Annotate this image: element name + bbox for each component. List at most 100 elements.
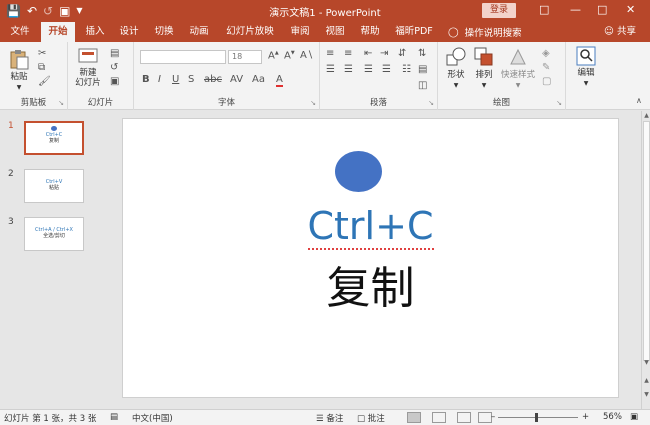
fit-slide-icon[interactable]: ▣ — [630, 412, 638, 422]
drawing-group-label: 绘图 — [492, 98, 510, 108]
align-center-icon[interactable]: ☰ — [344, 64, 353, 75]
oval-shape[interactable] — [335, 151, 382, 192]
cut-icon[interactable]: ✂ — [38, 48, 46, 59]
font-color-icon[interactable]: A — [276, 74, 283, 87]
collapse-ribbon-icon[interactable]: ∧ — [636, 96, 642, 105]
paste-button[interactable]: 粘贴 ▼ — [6, 48, 32, 93]
format-painter-icon[interactable]: 🖌 — [38, 76, 51, 87]
bold-icon[interactable]: B — [142, 74, 150, 85]
clipboard-group-label: 剪贴板 — [20, 98, 47, 108]
powerpoint-window: 💾 ↶ ↺ ▣ ▼ 演示文稿1 - PowerPoint 登录 □ — □ ✕ … — [0, 0, 650, 425]
paragraph-launcher-icon[interactable]: ↘ — [428, 99, 434, 107]
slide-title-text[interactable]: Ctrl+C — [123, 203, 618, 250]
decrease-font-icon[interactable]: A▼ — [284, 50, 295, 61]
section-icon[interactable]: ▣ — [110, 76, 119, 87]
spellcheck-icon[interactable]: ▤ — [110, 412, 118, 422]
increase-font-icon[interactable]: A▲ — [268, 50, 279, 61]
scroll-up-icon[interactable]: ▲ — [642, 112, 650, 119]
tab-review[interactable]: 审阅 — [287, 22, 313, 42]
align-text-icon[interactable]: ▤ — [418, 64, 427, 75]
arrange-button[interactable]: 排列 ▼ — [470, 46, 498, 91]
line-spacing-icon[interactable]: ⇵ — [398, 48, 406, 59]
underline-icon[interactable]: U — [172, 74, 179, 85]
tab-animations[interactable]: 动画 — [186, 22, 212, 42]
reset-icon[interactable]: ↺ — [110, 62, 118, 73]
slide-sorter-view-button[interactable] — [432, 412, 446, 423]
clear-format-icon[interactable]: A∖ — [300, 50, 313, 61]
zoom-in-icon[interactable]: + — [582, 412, 589, 422]
ribbon-display-options-icon[interactable]: □ — [539, 3, 549, 16]
shape-outline-icon[interactable]: ✎ — [542, 62, 550, 73]
normal-view-button[interactable] — [407, 412, 421, 423]
copy-icon[interactable]: ⧉ — [38, 62, 45, 73]
tab-view[interactable]: 视图 — [322, 22, 348, 42]
bullets-icon[interactable]: ≡ — [326, 48, 334, 59]
slide-thumbnail-3[interactable]: Ctrl+A / Ctrl+X 全选/剪切 — [24, 217, 84, 251]
zoom-level[interactable]: 56% — [603, 412, 622, 422]
text-direction-icon[interactable]: ⇅ — [418, 48, 426, 59]
tab-transitions[interactable]: 切换 — [151, 22, 177, 42]
vertical-scrollbar[interactable]: ▲ ▼ ▲ ▼ — [641, 111, 650, 409]
font-launcher-icon[interactable]: ↘ — [310, 99, 316, 107]
login-button[interactable]: 登录 — [482, 3, 516, 18]
next-slide-icon[interactable]: ▼ — [642, 391, 650, 398]
layout-icon[interactable]: ▤ — [110, 48, 119, 59]
columns-icon[interactable]: ☷ — [402, 64, 411, 75]
smartart-icon[interactable]: ◫ — [418, 80, 427, 91]
slide-thumbnail-1[interactable]: Ctrl+C 复制 — [24, 121, 84, 155]
zoom-slider[interactable] — [498, 417, 578, 418]
strikethrough-icon[interactable]: abc — [204, 74, 222, 85]
scrollbar-thumb[interactable] — [643, 121, 650, 361]
quick-styles-button[interactable]: 快速样式 ▼ — [498, 46, 538, 91]
zoom-out-icon[interactable]: – — [491, 412, 495, 422]
italic-icon[interactable]: I — [158, 74, 161, 85]
tab-help[interactable]: 帮助 — [357, 22, 383, 42]
shadow-icon[interactable]: S — [188, 74, 194, 85]
scroll-down-icon[interactable]: ▼ — [642, 359, 650, 366]
current-slide[interactable]: Ctrl+C 复制 — [122, 118, 619, 398]
editing-button[interactable]: 编辑 ▼ — [570, 46, 602, 89]
font-size-field[interactable]: 18 — [228, 50, 262, 64]
clipboard-launcher-icon[interactable]: ↘ — [58, 99, 64, 107]
minimize-icon[interactable]: — — [570, 3, 581, 16]
slideshow-view-button[interactable] — [478, 412, 492, 423]
increase-indent-icon[interactable]: ⇥ — [380, 48, 388, 59]
reading-view-button[interactable] — [457, 412, 471, 423]
language-status[interactable]: 中文(中国) — [132, 412, 173, 424]
share-button[interactable]: ☺ 共享 — [604, 22, 636, 42]
tab-foxit-pdf[interactable]: 福昕PDF — [392, 22, 436, 42]
clipboard-group: 粘贴 ▼ ✂ ⧉ 🖌 剪贴板 ↘ — [0, 42, 68, 110]
shapes-button[interactable]: 形状 ▼ — [442, 46, 470, 91]
comments-label: 批注 — [367, 414, 385, 424]
lightbulb-icon: ◯ — [448, 26, 459, 38]
change-case-icon[interactable]: Aa — [252, 74, 265, 85]
tab-home[interactable]: 开始 — [41, 22, 75, 42]
drawing-launcher-icon[interactable]: ↘ — [556, 99, 562, 107]
zoom-slider-knob[interactable] — [535, 413, 538, 422]
drawing-group: 形状 ▼ 排列 ▼ 快速样式 ▼ ◈ ✎ ▢ 绘图 ↘ — [438, 42, 566, 110]
tab-design[interactable]: 设计 — [116, 22, 142, 42]
numbering-icon[interactable]: ≡ — [344, 48, 352, 59]
tab-file[interactable]: 文件 — [6, 22, 34, 42]
tab-slideshow[interactable]: 幻灯片放映 — [222, 22, 278, 42]
comments-button[interactable]: □ 批注 — [357, 412, 385, 424]
previous-slide-icon[interactable]: ▲ — [642, 377, 650, 384]
decrease-indent-icon[interactable]: ⇤ — [364, 48, 372, 59]
font-name-field[interactable] — [140, 50, 226, 64]
justify-icon[interactable]: ☰ — [382, 64, 391, 75]
tab-insert[interactable]: 插入 — [82, 22, 108, 42]
char-spacing-icon[interactable]: AV — [230, 74, 243, 85]
tell-me-search[interactable]: ◯ 操作说明搜索 — [448, 22, 522, 42]
slide-thumbnail-2[interactable]: Ctrl+V 粘贴 — [24, 169, 84, 203]
ribbon-tabs: 文件 开始 插入 设计 切换 动画 幻灯片放映 审阅 视图 帮助 福昕PDF ◯… — [0, 22, 650, 42]
maximize-icon[interactable]: □ — [597, 3, 607, 16]
slide-subtitle-text[interactable]: 复制 — [123, 261, 618, 317]
new-slide-button[interactable]: 新建 幻灯片 — [70, 46, 106, 88]
shape-effects-icon[interactable]: ▢ — [542, 76, 551, 87]
title-bar: 💾 ↶ ↺ ▣ ▼ 演示文稿1 - PowerPoint 登录 □ — □ ✕ — [0, 0, 650, 22]
shape-fill-icon[interactable]: ◈ — [542, 48, 550, 59]
close-icon[interactable]: ✕ — [626, 3, 635, 16]
align-right-icon[interactable]: ☰ — [364, 64, 373, 75]
notes-button[interactable]: ☰ 备注 — [316, 412, 343, 424]
align-left-icon[interactable]: ☰ — [326, 64, 335, 75]
